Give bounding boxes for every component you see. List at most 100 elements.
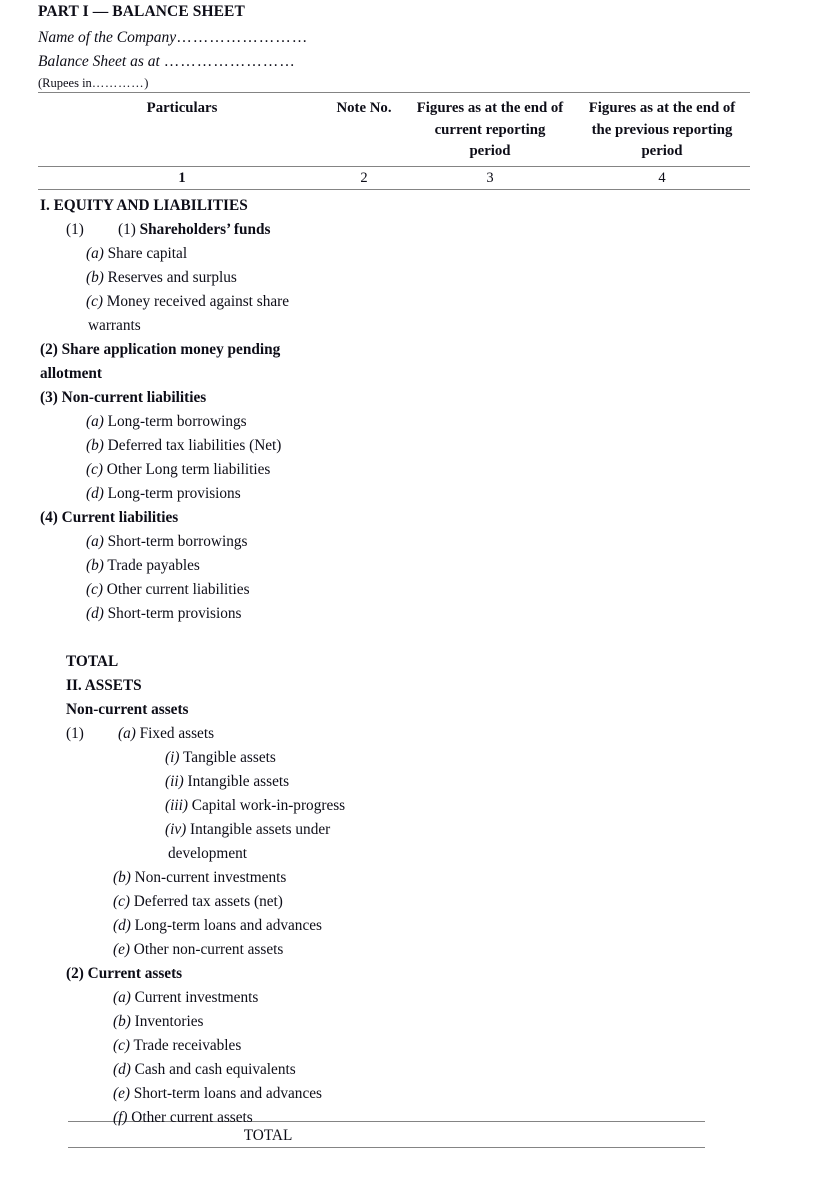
item-enumerator: (ii): [165, 773, 184, 790]
row-label: (c) Money received against share: [86, 293, 290, 310]
row-label: (c) Trade receivables: [113, 1037, 242, 1054]
table-row: (c) Other current liabilities: [0, 578, 824, 602]
table-row: I. EQUITY AND LIABILITIES: [0, 194, 824, 218]
table-row: (iv) Intangible assets under: [0, 818, 824, 842]
row-label: Non-current assets: [66, 701, 189, 718]
table-row: (c) Money received against share: [0, 290, 824, 314]
column-header-note-no: Note No.: [336, 100, 392, 116]
table-row: (d) Long-term loans and advances: [0, 914, 824, 938]
table-row: warrants: [0, 314, 824, 338]
rupees-prefix: (Rupees in: [38, 76, 92, 90]
item-enumerator: (c): [86, 293, 103, 310]
rupees-unit-note: (Rupees in…………): [38, 76, 148, 91]
item-enumerator: (a): [86, 533, 104, 550]
table-row: (b) Trade payables: [0, 554, 824, 578]
row-label: (iv) Intangible assets under: [165, 821, 331, 838]
rupees-suffix: ): [144, 76, 149, 90]
company-name-line: Name of the Company……………………: [38, 29, 308, 47]
row-label: (b) Deferred tax liabilities (Net): [86, 437, 282, 454]
table-row: TOTAL: [0, 650, 824, 674]
header-bottom-rule: [38, 166, 750, 167]
row-label: (d) Short-term provisions: [86, 605, 242, 622]
table-row: (c) Other Long term liabilities: [0, 458, 824, 482]
table-row: (b) Non-current investments: [0, 866, 824, 890]
item-enumerator: (b): [86, 437, 104, 454]
item-enumerator: (c): [86, 581, 103, 598]
final-total-label: TOTAL: [243, 1127, 293, 1144]
item-enumerator: (i): [165, 749, 180, 766]
item-enumerator: (d): [86, 485, 104, 502]
table-row: (e) Short-term loans and advances: [0, 1082, 824, 1106]
row-label: (d) Cash and cash equivalents: [113, 1061, 296, 1078]
item-enumerator: (b): [113, 1013, 131, 1030]
row-label: development: [168, 845, 248, 862]
item-enumerator: (a): [86, 413, 104, 430]
table-top-rule: [38, 92, 750, 93]
item-enumerator: (b): [86, 557, 104, 574]
item-enumerator: (a): [118, 725, 136, 742]
table-row: Non-current assets: [0, 698, 824, 722]
item-enumerator: (a): [86, 245, 104, 262]
row-label: (c) Other current liabilities: [86, 581, 250, 598]
table-row: (1) (a) Fixed assets: [0, 722, 824, 746]
row-label: (2) Share application money pending: [40, 341, 281, 358]
item-enumerator: (c): [113, 1037, 130, 1054]
table-row: (e) Other non-current assets: [0, 938, 824, 962]
column-number-2: 2: [360, 170, 368, 186]
row-label: allotment: [40, 365, 103, 382]
column-number-1: 1: [178, 170, 186, 186]
table-row: (ii) Intangible assets: [0, 770, 824, 794]
table-row: II. ASSETS: [0, 674, 824, 698]
row-label: (a) Current investments: [113, 989, 259, 1006]
row-label: (e) Short-term loans and advances: [113, 1085, 322, 1102]
table-row: (1) (1) Shareholders’ funds: [0, 218, 824, 242]
row-label: (i) Tangible assets: [165, 749, 276, 766]
balance-sheet-rows: I. EQUITY AND LIABILITIES (1) (1) Sharehol…: [0, 194, 824, 1130]
table-row: (2) Current assets: [0, 962, 824, 986]
row-marker: (1): [66, 725, 84, 742]
group-number: (1): [118, 221, 140, 238]
item-enumerator: (b): [86, 269, 104, 286]
column-number-rule: [38, 189, 750, 190]
balance-sheet-date-leader: ……………………: [163, 53, 296, 70]
table-row: development: [0, 842, 824, 866]
row-label: (d) Long-term provisions: [86, 485, 241, 502]
table-row: (a) Share capital: [0, 242, 824, 266]
final-total-bottom-rule: [68, 1147, 705, 1148]
row-label: (b) Non-current investments: [113, 869, 287, 886]
row-label: I. EQUITY AND LIABILITIES: [40, 197, 248, 214]
row-label: (a) Long-term borrowings: [86, 413, 247, 430]
row-label: II. ASSETS: [66, 677, 142, 694]
row-label: (c) Deferred tax assets (net): [113, 893, 283, 910]
company-name-label: Name of the Company: [38, 29, 177, 46]
table-row: (d) Short-term provisions: [0, 602, 824, 626]
table-row: (i) Tangible assets: [0, 746, 824, 770]
item-enumerator: (a): [113, 989, 131, 1006]
page-title: PART I — BALANCE SHEET: [38, 3, 245, 20]
row-label: TOTAL: [66, 653, 119, 670]
item-enumerator: (c): [86, 461, 103, 478]
table-row: (iii) Capital work-in-progress: [0, 794, 824, 818]
row-label: (2) Current assets: [66, 965, 183, 982]
item-enumerator: (d): [86, 605, 104, 622]
row-marker: (1): [66, 221, 84, 238]
row-label: (4) Current liabilities: [40, 509, 179, 526]
balance-sheet-page: PART I — BALANCE SHEET Name of the Compa…: [0, 0, 824, 1193]
column-number-3: 3: [486, 170, 494, 186]
company-name-leader: ……………………: [176, 29, 309, 46]
table-row: (3) Non-current liabilities: [0, 386, 824, 410]
row-label: (d) Long-term loans and advances: [113, 917, 322, 934]
item-enumerator: (iv): [165, 821, 187, 838]
spacer-row: [0, 626, 824, 650]
row-label: (1) Shareholders’ funds: [118, 218, 270, 242]
item-enumerator: (e): [113, 1085, 130, 1102]
table-row: (2) Share application money pending: [0, 338, 824, 362]
row-label: warrants: [88, 317, 141, 334]
item-enumerator: (b): [113, 869, 131, 886]
table-row: (b) Inventories: [0, 1010, 824, 1034]
row-label: (iii) Capital work-in-progress: [165, 797, 346, 814]
group-label: Shareholders’ funds: [139, 221, 271, 238]
balance-sheet-date-label: Balance Sheet as at: [38, 53, 164, 70]
row-label: (3) Non-current liabilities: [40, 389, 207, 406]
table-row: (c) Trade receivables: [0, 1034, 824, 1058]
